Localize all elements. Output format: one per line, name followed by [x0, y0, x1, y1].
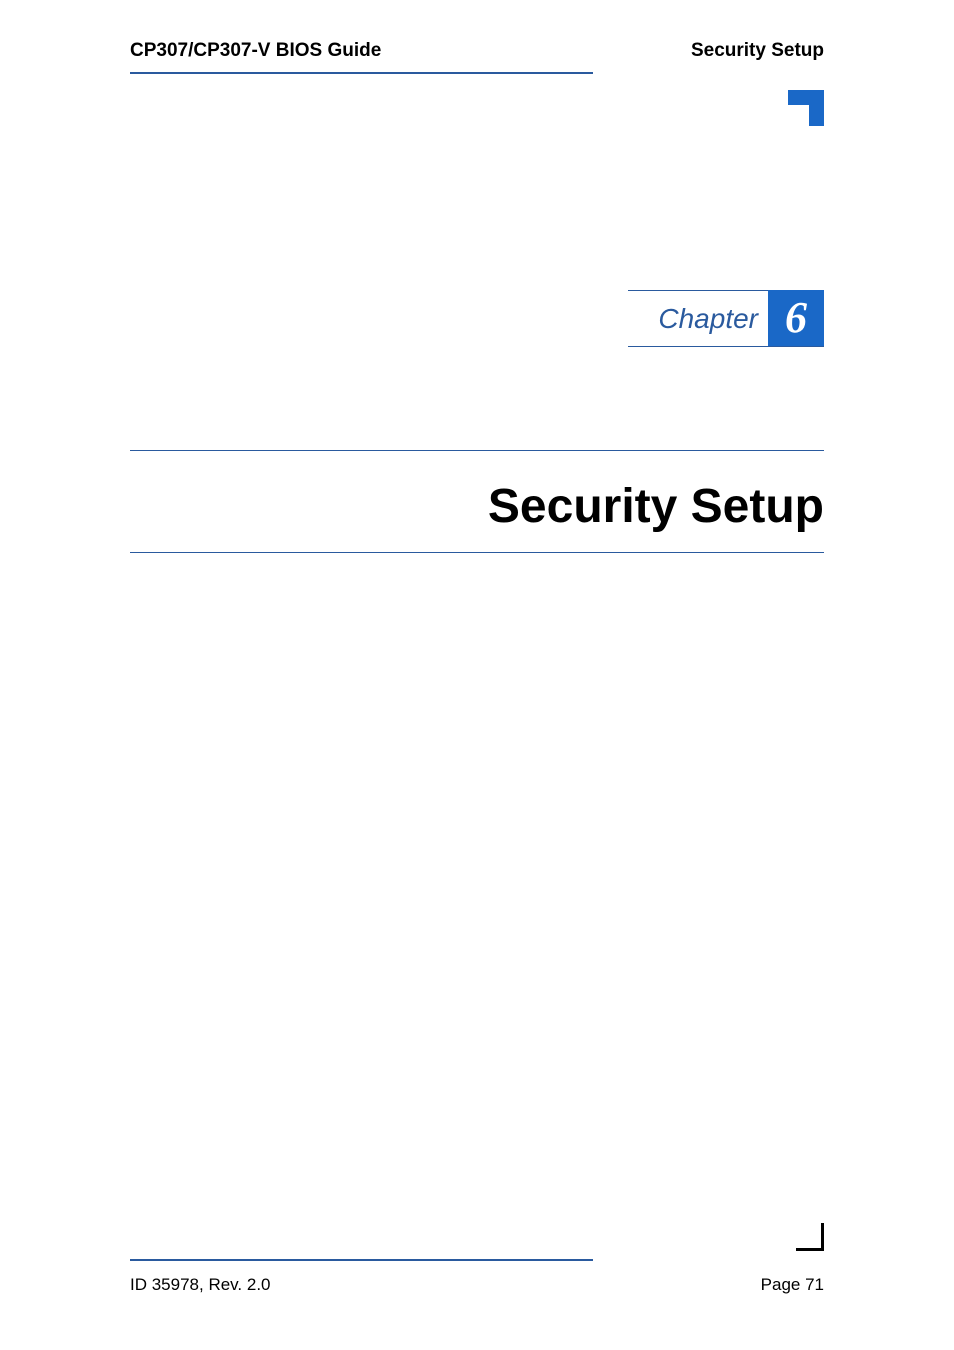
chapter-label-wrap: Chapter — [628, 290, 768, 346]
title-block: Security Setup — [130, 450, 824, 553]
page-footer: ID 35978, Rev. 2.0 Page 71 — [130, 1259, 824, 1295]
header-left-text: CP307/CP307-V BIOS Guide — [130, 40, 381, 62]
page-title: Security Setup — [130, 451, 824, 552]
chapter-label: Chapter — [628, 291, 768, 337]
footer-rule — [130, 1259, 593, 1261]
chapter-number: 6 — [785, 296, 807, 340]
footer-left-text: ID 35978, Rev. 2.0 — [130, 1275, 271, 1295]
chapter-rule-bottom — [628, 346, 824, 347]
corner-mark-icon — [788, 90, 824, 126]
header-rule — [130, 72, 593, 74]
chapter-number-box: 6 — [768, 290, 824, 346]
header-right-text: Security Setup — [691, 40, 824, 62]
footer-right-text: Page 71 — [761, 1275, 824, 1295]
footer-text: ID 35978, Rev. 2.0 Page 71 — [130, 1275, 824, 1295]
document-page: CP307/CP307-V BIOS Guide Security Setup … — [0, 0, 954, 1350]
chapter-block: Chapter 6 — [628, 290, 824, 346]
footer-corner-icon — [796, 1223, 824, 1256]
page-header: CP307/CP307-V BIOS Guide Security Setup — [130, 40, 824, 62]
title-rule-bottom — [130, 552, 824, 553]
